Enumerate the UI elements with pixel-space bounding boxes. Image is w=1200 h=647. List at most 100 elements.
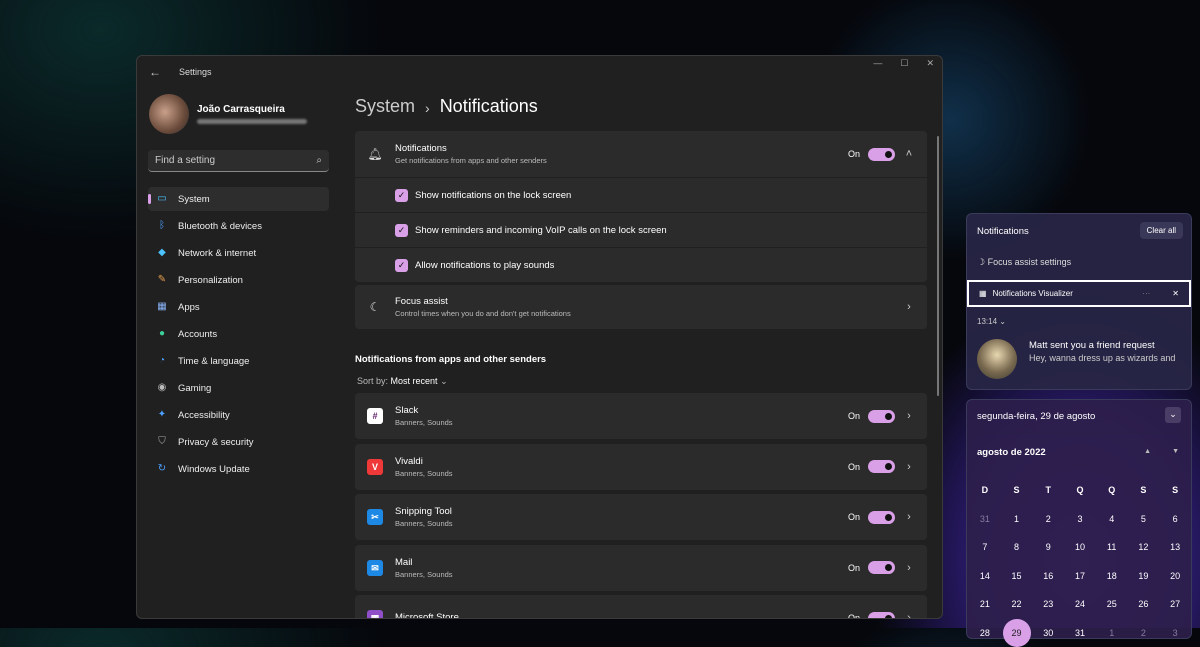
app-row[interactable]: VVivaldiBanners, SoundsOn›	[355, 444, 927, 490]
calendar-day[interactable]: 8	[1001, 533, 1033, 562]
breadcrumb: System › Notifications	[355, 96, 538, 120]
notifications-toggle[interactable]	[868, 148, 895, 161]
calendar-day[interactable]: 26	[1128, 590, 1160, 619]
calendar-day[interactable]: 14	[969, 562, 1001, 591]
weekday-header: D	[969, 476, 1001, 505]
option-checkbox-row[interactable]: ✓Show notifications on the lock screen	[355, 177, 927, 212]
sidebar-item-system[interactable]: ▭System	[148, 187, 329, 211]
app-toggle[interactable]	[868, 612, 895, 620]
calendar-day[interactable]: 9	[1032, 533, 1064, 562]
profile-name: João Carrasqueira	[197, 104, 307, 115]
app-icon: #	[367, 408, 383, 424]
sidebar-item-personalization[interactable]: ✎Personalization	[148, 268, 329, 292]
calendar-day[interactable]: 15	[1001, 562, 1033, 591]
notifications-header[interactable]: 🔔︎ NotificationsGet notifications from a…	[355, 131, 927, 177]
notification-center: Notifications Clear all ☽ Focus assist s…	[966, 213, 1192, 390]
calendar-day[interactable]: 31	[1064, 619, 1096, 647]
option-label: Show reminders and incoming VoIP calls o…	[415, 225, 667, 236]
app-toggle[interactable]	[868, 460, 895, 473]
focus-subtitle: Control times when you do and don't get …	[395, 309, 571, 318]
calendar-day[interactable]: 18	[1096, 562, 1128, 591]
focus-assist-settings-link[interactable]: ☽ Focus assist settings	[977, 257, 1071, 268]
app-row[interactable]: ▦Microsoft StoreOn›	[355, 595, 927, 619]
app-detail: Banners, Sounds	[395, 469, 453, 478]
close-button[interactable]: ✕	[926, 58, 934, 69]
app-row[interactable]: #SlackBanners, SoundsOn›	[355, 393, 927, 439]
search-icon: ⌕	[316, 155, 322, 166]
calendar-day[interactable]: 22	[1001, 590, 1033, 619]
notification-time[interactable]: 13:14 ⌄	[977, 317, 1006, 326]
calendar-day[interactable]: 31	[969, 505, 1001, 534]
calendar-day[interactable]: 17	[1064, 562, 1096, 591]
calendar-day[interactable]: 16	[1032, 562, 1064, 591]
notification-header[interactable]: ▦Notifications Visualizer ···✕	[967, 280, 1191, 307]
option-checkbox-row[interactable]: ✓Allow notifications to play sounds	[355, 247, 927, 282]
chevron-right-icon[interactable]: ›	[903, 410, 915, 422]
calendar-day[interactable]: 2	[1032, 505, 1064, 534]
checkbox-checked-icon[interactable]: ✓	[395, 224, 408, 237]
app-row[interactable]: ✉MailBanners, SoundsOn›	[355, 545, 927, 591]
sidebar-item-bluetooth-devices[interactable]: ᛒBluetooth & devices	[148, 214, 329, 238]
scrollbar[interactable]	[937, 136, 939, 396]
collapse-button[interactable]: ⌄	[1165, 407, 1181, 423]
next-month-button[interactable]: ▼	[1172, 448, 1179, 455]
calendar-day[interactable]: 12	[1128, 533, 1160, 562]
sidebar-item-time-language[interactable]: ◔Time & language	[148, 349, 329, 373]
breadcrumb-system[interactable]: System	[355, 96, 415, 120]
calendar-day[interactable]: 24	[1064, 590, 1096, 619]
app-toggle[interactable]	[868, 511, 895, 524]
nav-icon: ✎	[156, 274, 168, 286]
sidebar-item-accounts[interactable]: ●Accounts	[148, 322, 329, 346]
sidebar-item-apps[interactable]: ▦Apps	[148, 295, 329, 319]
calendar-day[interactable]: 6	[1159, 505, 1191, 534]
checkbox-checked-icon[interactable]: ✓	[395, 189, 408, 202]
calendar-day[interactable]: 3	[1159, 619, 1191, 647]
more-icon[interactable]: ···	[1142, 289, 1150, 298]
sidebar-item-network-internet[interactable]: ◆Network & internet	[148, 241, 329, 265]
calendar-day[interactable]: 4	[1096, 505, 1128, 534]
calendar-day[interactable]: 23	[1032, 590, 1064, 619]
search-input[interactable]: Find a setting⌕	[148, 150, 329, 172]
sidebar-item-privacy-security[interactable]: ⛉Privacy & security	[148, 430, 329, 454]
chevron-right-icon[interactable]: ›	[903, 562, 915, 574]
back-button[interactable]: ←	[149, 65, 169, 79]
calendar-day[interactable]: 21	[969, 590, 1001, 619]
app-row[interactable]: ✂Snipping ToolBanners, SoundsOn›	[355, 494, 927, 540]
chevron-right-icon[interactable]: ›	[903, 612, 915, 619]
calendar-day[interactable]: 1	[1001, 505, 1033, 534]
profile[interactable]: João Carrasqueira	[149, 94, 307, 134]
chevron-right-icon[interactable]: ›	[903, 461, 915, 473]
chevron-right-icon[interactable]: ›	[903, 511, 915, 523]
sidebar-item-gaming[interactable]: ◉Gaming	[148, 376, 329, 400]
calendar-day[interactable]: 30	[1032, 619, 1064, 647]
calendar-day[interactable]: 7	[969, 533, 1001, 562]
calendar-day[interactable]: 3	[1064, 505, 1096, 534]
calendar-day[interactable]: 27	[1159, 590, 1191, 619]
calendar-day[interactable]: 2	[1128, 619, 1160, 647]
sidebar-item-accessibility[interactable]: ✦Accessibility	[148, 403, 329, 427]
close-icon[interactable]: ✕	[1172, 289, 1179, 298]
app-toggle[interactable]	[868, 410, 895, 423]
calendar-day[interactable]: 11	[1096, 533, 1128, 562]
calendar-day[interactable]: 28	[969, 619, 1001, 647]
calendar-day[interactable]: 19	[1128, 562, 1160, 591]
calendar-day[interactable]: 1	[1096, 619, 1128, 647]
calendar-day[interactable]: 25	[1096, 590, 1128, 619]
calendar-day[interactable]: 29	[1003, 619, 1031, 647]
chevron-up-icon[interactable]: ˄	[903, 148, 915, 160]
chevron-down-icon: ⌄	[999, 317, 1006, 326]
clear-all-button[interactable]: Clear all	[1140, 222, 1183, 239]
calendar-grid: DSTQQSS311234567891011121314151617181920…	[969, 476, 1191, 647]
sidebar-item-windows-update[interactable]: ↻Windows Update	[148, 457, 329, 481]
app-toggle[interactable]	[868, 561, 895, 574]
calendar-day[interactable]: 10	[1064, 533, 1096, 562]
nav-icon: ◉	[156, 382, 168, 394]
calendar-day[interactable]: 20	[1159, 562, 1191, 591]
previous-month-button[interactable]: ▲	[1144, 448, 1151, 455]
calendar-day[interactable]: 5	[1128, 505, 1160, 534]
option-checkbox-row[interactable]: ✓ Show reminders and incoming VoIP calls …	[355, 212, 927, 247]
focus-assist-card[interactable]: ☾ Focus assistControl times when you do …	[355, 285, 927, 329]
checkbox-checked-icon[interactable]: ✓	[395, 259, 408, 272]
sort-dropdown[interactable]: Sort by: Most recent ⌄	[357, 376, 448, 387]
calendar-day[interactable]: 13	[1159, 533, 1191, 562]
